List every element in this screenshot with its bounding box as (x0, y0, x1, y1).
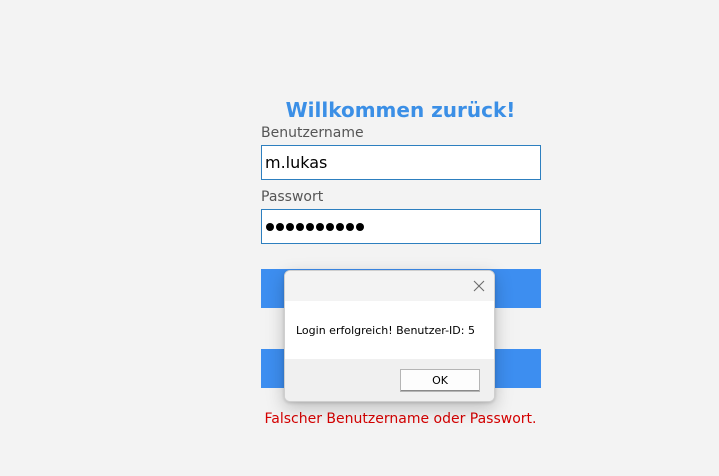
password-mask (266, 210, 364, 243)
message-dialog: Login erfolgreich! Benutzer-ID: 5 OK (284, 270, 495, 402)
password-field[interactable] (261, 209, 541, 244)
password-label: Passwort (261, 189, 324, 205)
password-dot (286, 222, 294, 231)
password-dot (356, 222, 364, 231)
close-icon[interactable] (470, 277, 488, 295)
password-dot (266, 222, 274, 231)
page-title: Willkommen zurück! (285, 98, 516, 122)
password-dot (316, 222, 324, 231)
dialog-body: Login erfolgreich! Benutzer-ID: 5 (285, 301, 494, 359)
password-dot (326, 222, 334, 231)
password-dot (276, 222, 284, 231)
dialog-message: Login erfolgreich! Benutzer-ID: 5 (296, 324, 475, 337)
dialog-titlebar (285, 271, 494, 301)
password-dot (306, 222, 314, 231)
username-field[interactable]: m.lukas (261, 145, 541, 180)
password-dot (346, 222, 354, 231)
ok-button[interactable]: OK (400, 369, 480, 392)
username-value: m.lukas (265, 153, 328, 172)
username-label: Benutzername (261, 125, 364, 141)
error-message: Falscher Benutzername oder Passwort. (264, 411, 537, 427)
password-dot (336, 222, 344, 231)
dialog-footer: OK (285, 359, 494, 401)
password-dot (296, 222, 304, 231)
